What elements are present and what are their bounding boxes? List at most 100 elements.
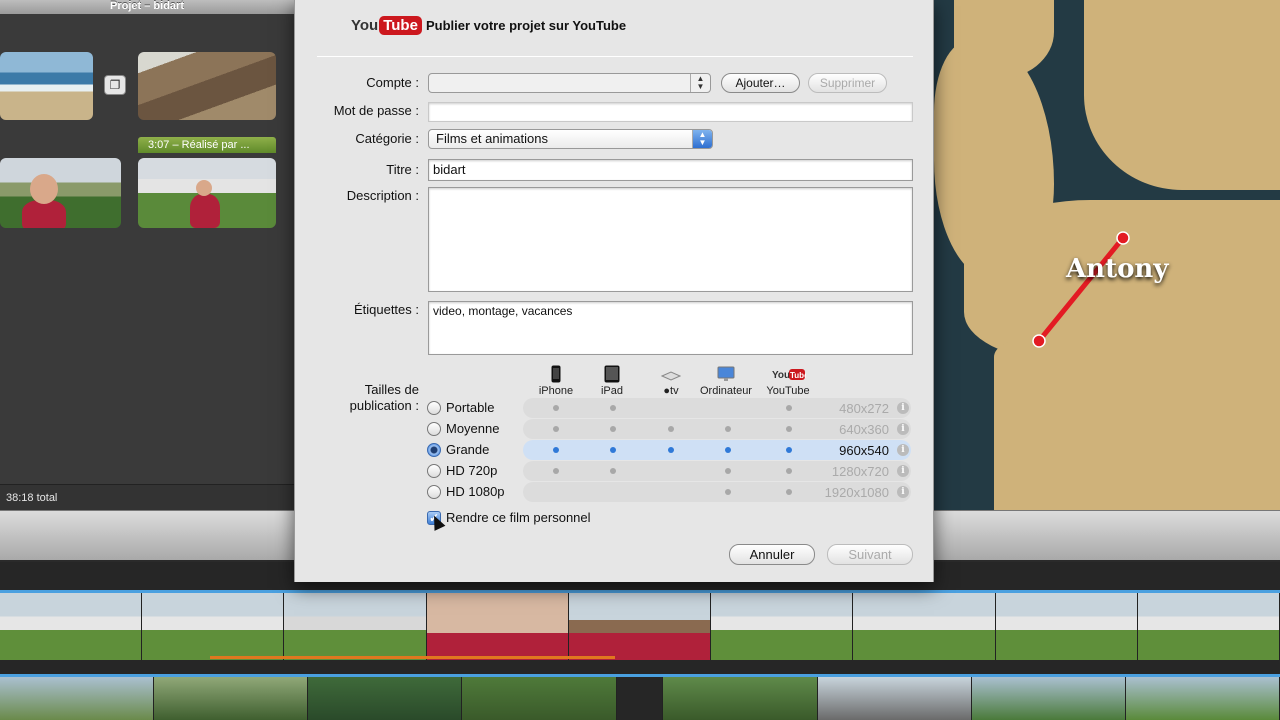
device-label: YouTube [766,385,810,397]
mouse-cursor-icon [428,513,446,531]
compat-dot-ipad [610,426,616,432]
size-option-grande[interactable]: Grande 960x540 i [427,440,913,460]
size-resolution: 640x360 [839,422,889,437]
youtube-icon: YouTube [772,369,806,381]
playhead-range-bar [210,656,615,659]
clip-thumbnail-boy[interactable] [0,158,121,228]
size-name: HD 720p [446,463,498,478]
device-iphone: iPhone [526,365,586,397]
compat-dot-youtube [786,447,792,453]
radio-button[interactable] [427,443,441,457]
size-resolution: 1280x720 [831,464,889,479]
radio-button[interactable] [427,401,441,415]
compat-dot-apple-tv [668,426,674,432]
cancel-button[interactable]: Annuler [729,544,815,565]
size-resolution: 1920x1080 [824,485,889,500]
next-button[interactable]: Suivant [827,544,913,565]
account-label: Compte : [366,75,419,90]
clip-thumbnail-boy-garden[interactable] [138,158,276,228]
device-youtube: YouTube YouTube [758,365,818,397]
clip-title-tag: 3:07 – Réalisé par ... [138,137,276,153]
size-name: Grande [446,442,490,457]
publication-sizes-label-line2: publication : [349,398,419,413]
compat-dot-youtube [786,426,792,432]
category-select-value: Films et animations [436,131,548,146]
password-field[interactable] [428,102,913,122]
radio-button[interactable] [427,464,441,478]
filmstrip-row[interactable] [0,674,1280,720]
project-total-duration: 38:18 total [0,484,294,510]
compat-dot-youtube [786,468,792,474]
clip-thumbnail-beach[interactable] [0,52,93,120]
compat-dot-youtube [786,405,792,411]
youtube-logo-you: You [351,16,379,34]
info-icon[interactable]: i [897,402,909,414]
compat-dot-computer [725,489,731,495]
device-ipad: iPad [582,365,642,397]
compat-dot-computer [725,468,731,474]
category-select[interactable]: Films et animations ▲ ▼ [428,129,713,149]
title-field[interactable]: bidart [428,159,913,181]
info-icon[interactable]: i [897,423,909,435]
device-computer: Ordinateur [696,365,756,397]
compat-dot-youtube [786,489,792,495]
apple-tv-icon [661,371,681,381]
compat-dot-computer [725,447,731,453]
remove-account-button[interactable]: Supprimer [808,73,887,93]
title-separator [317,56,913,57]
info-icon[interactable]: i [897,486,909,498]
add-account-button[interactable]: Ajouter… [721,73,800,93]
project-pane: Projet – bidart ❐ 3:07 – Réalisé par ...… [0,0,294,510]
publication-sizes-label-line1: Tailles de [364,382,419,397]
description-label: Description : [346,188,419,203]
radio-button[interactable] [427,422,441,436]
size-option-hd-720p[interactable]: HD 720p 1280x720 i [427,461,913,481]
device-label: ●tv [663,385,679,397]
device-label: iPhone [538,385,574,397]
size-option-moyenne[interactable]: Moyenne 640x360 i [427,419,913,439]
compat-dot-iphone [553,468,559,474]
account-select[interactable]: ▲ ▼ [428,73,711,93]
radio-button[interactable] [427,485,441,499]
compat-dot-computer [725,426,731,432]
device-apple-tv: ●tv [641,365,701,397]
ipad-icon [604,365,620,383]
youtube-logo-tube: Tube [379,15,422,35]
compat-dot-iphone [553,426,559,432]
project-title: Projet – bidart [0,0,294,14]
filmstrip-row[interactable] [0,590,1280,660]
preview-viewer: Antony [934,0,1280,510]
computer-icon [717,366,735,381]
category-label: Catégorie : [355,131,419,146]
size-name: Portable [446,400,495,415]
info-icon[interactable]: i [897,444,909,456]
compat-dot-apple-tv [668,447,674,453]
svg-text:Tube: Tube [790,371,806,380]
device-label: Ordinateur [700,385,752,397]
publish-youtube-dialog: You Tube Publier votre projet sur YouTube… [294,0,934,582]
youtube-logo: You Tube [351,13,422,37]
svg-text:You: You [772,370,790,381]
clip-thumbnail-rocks[interactable] [138,52,276,120]
personal-movie-label: Rendre ce film personnel [446,510,591,525]
tags-field[interactable]: video, montage, vacances [428,301,913,355]
info-icon[interactable]: i [897,465,909,477]
publication-sizes-label: Tailles de publication : [295,382,419,414]
dialog-title: Publier votre projet sur YouTube [426,18,627,33]
compat-dot-ipad [610,447,616,453]
password-label: Mot de passe : [333,103,419,118]
title-label: Titre : [386,162,419,177]
size-name: Moyenne [446,421,500,436]
size-resolution: 960x540 [839,443,889,458]
iphone-icon [551,365,561,383]
description-field[interactable] [428,187,913,292]
size-option-portable[interactable]: Portable 480x272 i [427,398,913,418]
size-resolution: 480x272 [839,401,889,416]
select-arrows-icon: ▲ ▼ [690,74,710,92]
compat-dot-iphone [553,405,559,411]
compat-dot-ipad [610,405,616,411]
size-option-hd-1080p[interactable]: HD 1080p 1920x1080 i [427,482,913,502]
clip-action-icon[interactable]: ❐ [104,75,126,95]
event-browser-filmstrip [0,562,1280,720]
compat-dot-iphone [553,447,559,453]
